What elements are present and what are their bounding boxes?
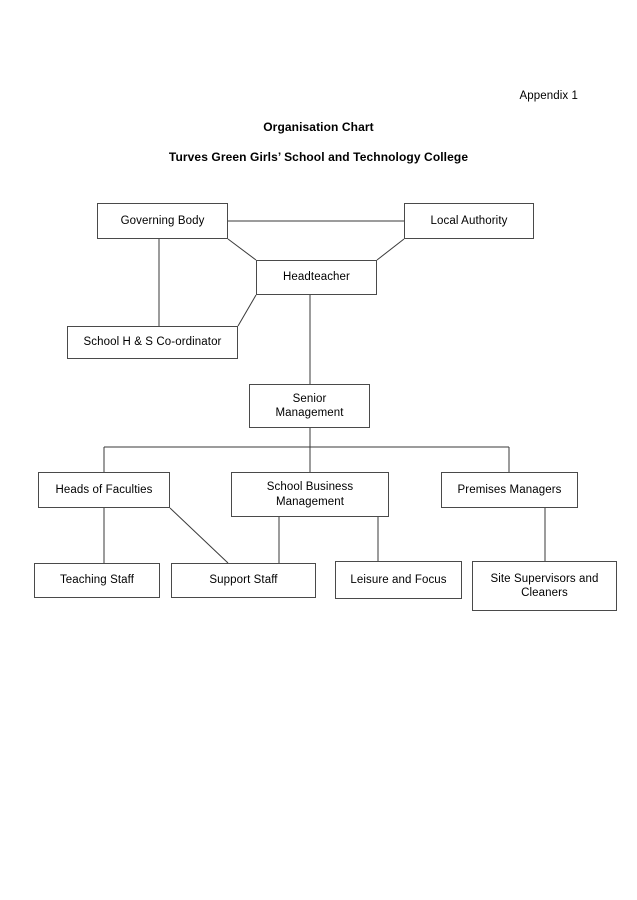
- node-school-business-management-label: School Business Management: [266, 481, 354, 508]
- node-teaching-staff[interactable]: Teaching Staff: [34, 563, 160, 598]
- node-senior-management[interactable]: Senior Management: [249, 384, 370, 428]
- node-headteacher[interactable]: Headteacher: [256, 260, 377, 295]
- connector-headteacher-to-school-hs: [237, 294, 257, 327]
- node-governing-body[interactable]: Governing Body: [97, 203, 228, 239]
- node-heads-of-faculties-label: Heads of Faculties: [55, 483, 153, 496]
- node-leisure-and-focus-label: Leisure and Focus: [350, 573, 447, 586]
- appendix-label: Appendix 1: [519, 90, 578, 102]
- node-heads-of-faculties[interactable]: Heads of Faculties: [38, 472, 170, 508]
- connector-layer: [103, 220, 546, 564]
- node-headteacher-label: Headteacher: [283, 271, 350, 284]
- page-title: Organisation Chart: [263, 120, 374, 134]
- connector-governing-body-to-headteacher: [227, 238, 257, 261]
- node-premises-managers-label: Premises Managers: [457, 483, 562, 496]
- node-premises-managers[interactable]: Premises Managers: [441, 472, 578, 508]
- node-senior-management-label: Senior Management: [275, 392, 344, 419]
- node-leisure-and-focus[interactable]: Leisure and Focus: [335, 561, 462, 599]
- node-support-staff[interactable]: Support Staff: [171, 563, 316, 598]
- node-site-supervisors-and-cleaners-label: Site Supervisors and Cleaners: [490, 572, 599, 599]
- connector-heads-of-faculties-to-support-staff: [169, 507, 229, 564]
- organisation-chart-page: Appendix 1 Organisation Chart Turves Gre…: [0, 0, 637, 900]
- node-school-health-and-safety-coordinator[interactable]: School H & S Co-ordinator: [67, 326, 238, 359]
- node-support-staff-label: Support Staff: [209, 574, 278, 587]
- node-local-authority-label: Local Authority: [430, 214, 508, 227]
- node-local-authority[interactable]: Local Authority: [404, 203, 534, 239]
- node-school-health-and-safety-coordinator-label: School H & S Co-ordinator: [83, 336, 222, 349]
- node-school-business-management[interactable]: School Business Management: [231, 472, 389, 517]
- connector-local-authority-to-headteacher: [376, 238, 405, 261]
- node-governing-body-label: Governing Body: [120, 214, 205, 227]
- node-teaching-staff-label: Teaching Staff: [59, 574, 135, 587]
- page-subtitle: Turves Green Girls’ School and Technolog…: [168, 150, 469, 164]
- node-site-supervisors-and-cleaners[interactable]: Site Supervisors and Cleaners: [472, 561, 617, 611]
